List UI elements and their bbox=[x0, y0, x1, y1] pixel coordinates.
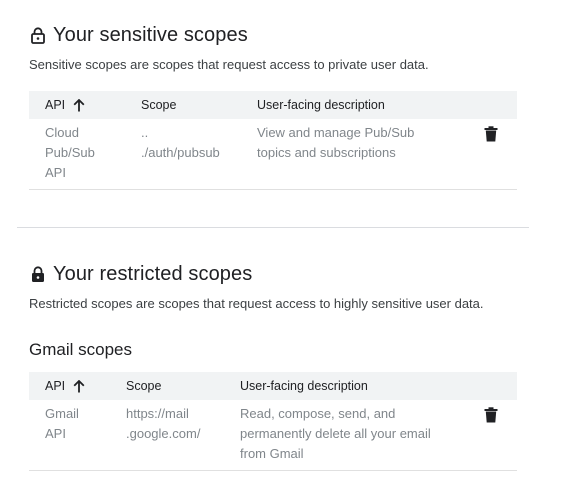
sensitive-scopes-description: Sensitive scopes are scopes that request… bbox=[29, 57, 429, 72]
column-header-scope-label: Scope bbox=[141, 98, 177, 112]
column-header-api[interactable]: API bbox=[29, 91, 125, 119]
api-cell-line: Cloud bbox=[45, 125, 79, 140]
column-header-actions bbox=[465, 372, 517, 400]
api-cell-line: Gmail bbox=[45, 406, 79, 421]
delete-scope-button[interactable] bbox=[481, 405, 501, 425]
arrow-up-icon[interactable] bbox=[73, 379, 85, 393]
api-cell: Cloud Pub/Sub API bbox=[29, 119, 125, 190]
api-cell: Gmail API bbox=[29, 400, 110, 471]
description-cell-line: from Gmail bbox=[240, 446, 304, 461]
restricted-scopes-section: Your restricted scopes Restricted scopes… bbox=[29, 261, 517, 471]
action-cell bbox=[465, 119, 517, 190]
column-header-api-label: API bbox=[45, 98, 66, 112]
arrow-up-icon[interactable] bbox=[73, 98, 85, 112]
column-header-description-label: User-facing description bbox=[257, 98, 385, 112]
scope-cell: https://mail .google.com/ bbox=[110, 400, 224, 471]
column-header-description: User-facing description bbox=[241, 91, 465, 119]
scope-cell-line: .google.com/ bbox=[126, 426, 201, 441]
description-cell: Read, compose, send, and permanently del… bbox=[224, 400, 465, 471]
restricted-scopes-title: Your restricted scopes bbox=[53, 262, 253, 285]
sensitive-scopes-title: Your sensitive scopes bbox=[53, 23, 248, 46]
api-cell-line: Pub/Sub bbox=[45, 145, 95, 160]
description-cell-line: View and manage Pub/Sub bbox=[257, 125, 415, 140]
restricted-scopes-heading: Your restricted scopes bbox=[29, 261, 517, 287]
column-header-api-label: API bbox=[45, 379, 66, 393]
scope-cell-line: https://mail bbox=[126, 406, 189, 421]
gmail-scopes-heading: Gmail scopes bbox=[29, 340, 132, 359]
column-header-description: User-facing description bbox=[224, 372, 465, 400]
column-header-actions bbox=[465, 91, 517, 119]
delete-scope-button[interactable] bbox=[481, 124, 501, 144]
section-divider bbox=[17, 227, 529, 228]
trash-icon[interactable] bbox=[484, 407, 498, 423]
lock-filled-icon bbox=[29, 265, 47, 283]
scope-cell-line: ./auth/pubsub bbox=[141, 145, 220, 160]
description-cell-line: topics and subscriptions bbox=[257, 145, 396, 160]
lock-open-outline-icon bbox=[29, 26, 47, 44]
column-header-description-label: User-facing description bbox=[240, 379, 368, 393]
description-cell-line: Read, compose, send, and bbox=[240, 406, 396, 421]
sensitive-scopes-table: API Scope User-facing description Cloud … bbox=[29, 91, 517, 190]
sensitive-scopes-section: Your sensitive scopes Sensitive scopes a… bbox=[29, 22, 517, 190]
table-row: Gmail API https://mail .google.com/ Read… bbox=[29, 400, 517, 471]
sensitive-scopes-heading: Your sensitive scopes bbox=[29, 22, 517, 48]
scope-cell: .. ./auth/pubsub bbox=[125, 119, 241, 190]
action-cell bbox=[465, 400, 517, 471]
table-row: Cloud Pub/Sub API .. ./auth/pubsub View … bbox=[29, 119, 517, 190]
column-header-scope-label: Scope bbox=[126, 379, 162, 393]
column-header-api[interactable]: API bbox=[29, 372, 110, 400]
table-header-row: API Scope User-facing description bbox=[29, 372, 517, 400]
description-cell: View and manage Pub/Sub topics and subsc… bbox=[241, 119, 465, 190]
column-header-scope: Scope bbox=[125, 91, 241, 119]
trash-icon[interactable] bbox=[484, 126, 498, 142]
table-header-row: API Scope User-facing description bbox=[29, 91, 517, 119]
restricted-scopes-description: Restricted scopes are scopes that reques… bbox=[29, 296, 484, 311]
scope-cell-line: .. bbox=[141, 125, 149, 140]
column-header-scope: Scope bbox=[110, 372, 224, 400]
api-cell-line: API bbox=[45, 165, 66, 180]
api-cell-line: API bbox=[45, 426, 66, 441]
description-cell-line: permanently delete all your email bbox=[240, 426, 431, 441]
restricted-scopes-table: API Scope User-facing description Gmail … bbox=[29, 372, 517, 471]
